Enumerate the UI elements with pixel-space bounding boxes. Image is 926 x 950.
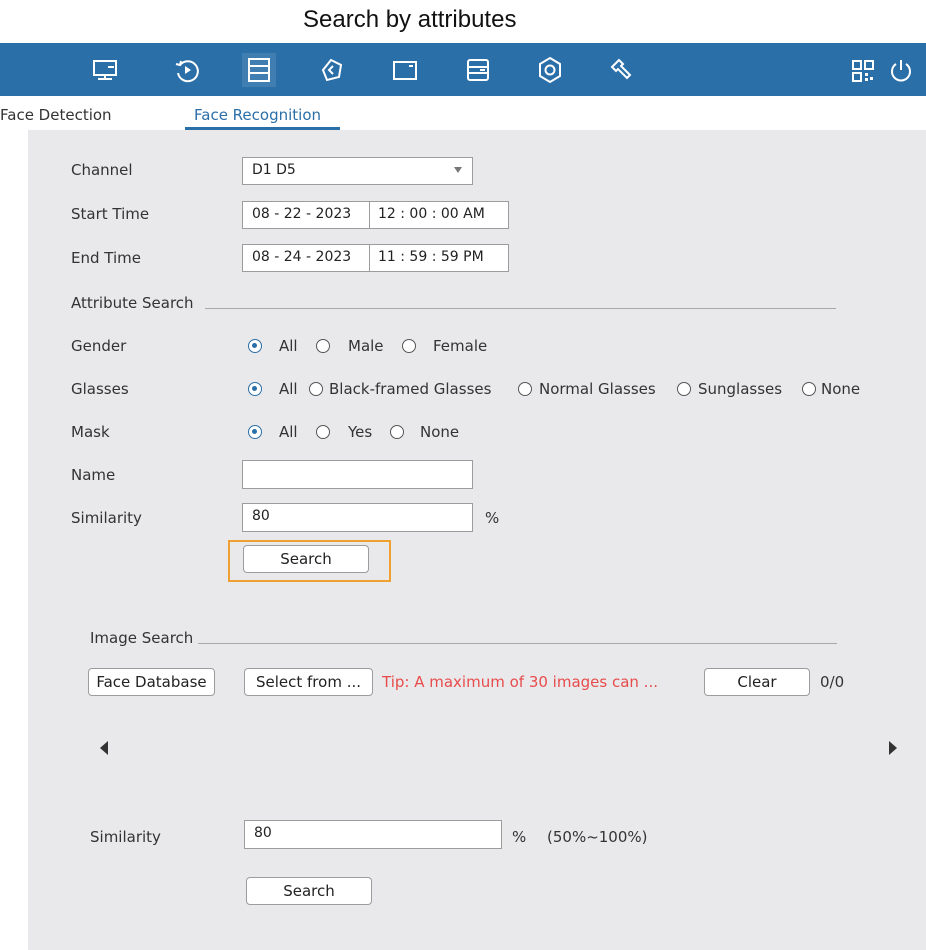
gender-male-radio[interactable] <box>316 339 330 353</box>
monitor-icon[interactable] <box>88 53 122 87</box>
end-time-field[interactable]: 08 - 24 - 2023 11 : 59 : 59 PM <box>242 244 509 272</box>
chevron-down-icon <box>454 167 462 173</box>
settings-icon[interactable] <box>533 53 567 87</box>
name-label: Name <box>71 466 116 484</box>
clear-button[interactable]: Clear <box>704 668 810 696</box>
file-icon[interactable] <box>242 53 276 87</box>
gender-option-label: Male <box>348 337 384 355</box>
playback-icon[interactable] <box>170 53 204 87</box>
image-similarity-label: Similarity <box>90 828 161 846</box>
caption-text: Search by attributes <box>303 6 517 33</box>
glasses-none-radio[interactable] <box>802 382 816 396</box>
arrow-left-icon[interactable] <box>100 741 108 755</box>
gender-female-radio[interactable] <box>402 339 416 353</box>
percent-sign: % <box>512 828 527 846</box>
end-date[interactable]: 08 - 24 - 2023 <box>252 249 351 265</box>
similarity-range: (50%~100%) <box>547 828 648 846</box>
glasses-option-label: None <box>821 380 861 398</box>
screenshot-caption: Search by attributes <box>0 6 926 44</box>
end-time-label: End Time <box>71 249 141 267</box>
mask-none-radio[interactable] <box>390 425 404 439</box>
date-time-divider <box>369 245 370 271</box>
glasses-normal-radio[interactable] <box>518 382 532 396</box>
camera-icon[interactable] <box>388 53 422 87</box>
image-similarity-value: 80 <box>254 825 272 841</box>
image-count: 0/0 <box>820 673 845 691</box>
tab-bar: Face Detection Face Recognition <box>0 96 926 130</box>
start-date[interactable]: 08 - 22 - 2023 <box>252 206 351 222</box>
gender-all-radio[interactable] <box>248 339 262 353</box>
glasses-all-radio[interactable] <box>248 382 262 396</box>
glasses-option-label: Black-framed Glasses <box>329 380 492 398</box>
channel-label: Channel <box>71 161 133 179</box>
glasses-option-label: All <box>279 380 298 398</box>
channel-select[interactable]: D1 D5 <box>242 157 473 185</box>
glasses-sunglasses-radio[interactable] <box>677 382 691 396</box>
mask-all-radio[interactable] <box>248 425 262 439</box>
mask-yes-radio[interactable] <box>316 425 330 439</box>
similarity-input[interactable]: 80 <box>242 503 473 532</box>
name-input[interactable] <box>242 460 473 489</box>
top-toolbar <box>0 43 926 96</box>
similarity-label: Similarity <box>71 509 142 527</box>
similarity-value: 80 <box>252 508 270 524</box>
glasses-option-label: Normal Glasses <box>539 380 656 398</box>
start-time-field[interactable]: 08 - 22 - 2023 12 : 00 : 00 AM <box>242 201 509 229</box>
tab-face-detection[interactable]: Face Detection <box>0 106 112 124</box>
arrow-right-icon[interactable] <box>889 741 897 755</box>
channel-value: D1 D5 <box>252 162 296 178</box>
start-time[interactable]: 12 : 00 : 00 AM <box>378 206 485 222</box>
gender-option-label: All <box>279 337 298 355</box>
face-database-button[interactable]: Face Database <box>88 668 215 696</box>
date-time-divider <box>369 202 370 228</box>
section-divider <box>205 308 836 309</box>
mask-option-label: All <box>279 423 298 441</box>
attribute-search-button[interactable]: Search <box>243 545 369 573</box>
section-divider <box>198 643 837 644</box>
ai-icon[interactable] <box>314 53 348 87</box>
mask-label: Mask <box>71 423 110 441</box>
glasses-option-label: Sunglasses <box>698 380 783 398</box>
percent-sign: % <box>485 509 500 527</box>
qr-code-icon[interactable] <box>846 53 880 87</box>
power-icon[interactable] <box>884 53 918 87</box>
image-search-button[interactable]: Search <box>246 877 372 905</box>
glasses-label: Glasses <box>71 380 129 398</box>
tab-face-recognition[interactable]: Face Recognition <box>194 106 321 124</box>
gender-option-label: Female <box>433 337 488 355</box>
storage-icon[interactable] <box>461 53 495 87</box>
mask-option-label: Yes <box>348 423 373 441</box>
image-search-heading: Image Search <box>90 629 194 647</box>
mask-option-label: None <box>420 423 460 441</box>
end-time[interactable]: 11 : 59 : 59 PM <box>378 249 484 265</box>
max-images-tip: Tip: A maximum of 30 images can ... <box>382 673 658 691</box>
glasses-black-framed-radio[interactable] <box>309 382 323 396</box>
start-time-label: Start Time <box>71 205 150 223</box>
attribute-search-heading: Attribute Search <box>71 294 194 312</box>
maintenance-icon[interactable] <box>605 53 639 87</box>
select-from-button[interactable]: Select from ... <box>244 668 373 696</box>
gender-label: Gender <box>71 337 127 355</box>
image-similarity-input[interactable]: 80 <box>244 820 502 849</box>
